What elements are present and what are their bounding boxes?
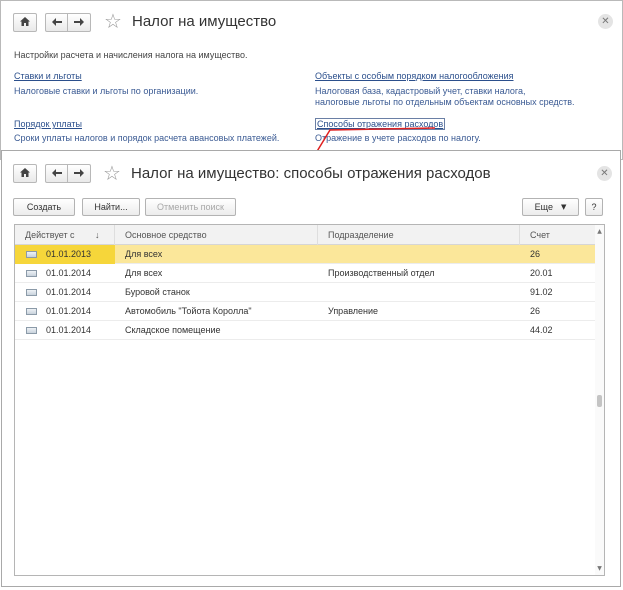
record-icon [26,308,37,315]
home-button[interactable] [13,13,37,32]
department-cell [318,283,520,302]
date-value: 01.01.2013 [46,249,92,259]
forward-button[interactable] [68,164,91,183]
window-title: Налог на имущество [132,13,277,30]
cancel-search-button[interactable]: Отменить поиск [145,198,236,216]
forward-button[interactable] [68,13,91,32]
asset-cell: Для всех [125,249,163,259]
date-value: 01.01.2014 [46,268,92,278]
special-objects-link[interactable]: Объекты с особым порядком налогообложени… [315,71,514,81]
table-row[interactable]: 01.01.2013 Для всех 26 [15,245,595,264]
column-header-date[interactable]: Действует с ↓ [15,225,115,245]
department-cell: Управление [328,306,379,316]
column-header-account[interactable]: Счет [520,225,597,245]
arrow-left-icon [51,17,62,29]
table-row[interactable]: 01.01.2014 Для всех Производственный отд… [15,264,595,283]
special-objects-desc-1: Налоговая база, кадастровый учет, ставки… [315,86,526,96]
date-cell: 01.01.2014 [15,321,115,340]
date-value: 01.01.2014 [46,306,92,316]
table-row[interactable]: 01.01.2014 Буровой станок 91.02 [15,283,595,302]
title-bar: ☆ Налог на имущество: способы отражения … [2,151,620,191]
date-value: 01.01.2014 [46,325,92,335]
department-cell: Производственный отдел [328,268,435,278]
home-icon [20,167,30,180]
table-row[interactable]: 01.01.2014 Автомобиль "Тойота Королла" У… [15,302,595,321]
payment-order-link[interactable]: Порядок уплаты [14,119,82,129]
date-value: 01.01.2014 [46,287,92,297]
help-button[interactable]: ? [585,198,603,216]
account-cell: 20.01 [530,268,553,278]
find-button[interactable]: Найти... [82,198,140,216]
date-cell: 01.01.2014 [15,302,115,321]
expense-methods-window: ☆ Налог на имущество: способы отражения … [1,150,621,587]
star-icon[interactable]: ☆ [104,10,122,32]
date-cell: 01.01.2014 [15,264,115,283]
asset-cell: Для всех [125,268,163,278]
rates-link[interactable]: Ставки и льготы [14,71,82,81]
intro-text: Настройки расчета и начисления налога на… [14,50,248,60]
record-icon [26,270,37,277]
account-cell: 91.02 [530,287,553,297]
record-icon [26,289,37,296]
asset-cell: Буровой станок [125,287,190,297]
account-cell: 44.02 [530,325,553,335]
records-table[interactable]: Действует с ↓ Основное средство Подразде… [14,224,605,576]
arrow-right-icon [74,17,84,29]
record-icon [26,251,37,258]
create-button[interactable]: Создать [13,198,75,216]
table-row[interactable]: 01.01.2014 Складское помещение 44.02 [15,321,595,340]
back-button[interactable] [45,13,68,32]
scroll-up-icon[interactable]: ▲ [596,228,603,235]
scroll-down-icon[interactable]: ▼ [596,565,603,572]
sort-arrow-icon: ↓ [95,230,100,240]
asset-cell: Складское помещение [125,325,221,335]
arrow-right-icon [74,168,84,180]
scroll-thumb[interactable] [597,395,602,407]
window-title: Налог на имущество: способы отражения ра… [131,165,491,182]
star-icon[interactable]: ☆ [103,162,121,184]
column-header-department[interactable]: Подразделение [318,225,520,245]
special-objects-desc-2: налоговые льготы по отдельным объектам о… [315,97,575,107]
back-button[interactable] [45,164,68,183]
close-icon[interactable]: ✕ [597,166,612,181]
close-icon[interactable]: ✕ [598,14,613,29]
payment-order-desc: Сроки уплаты налогов и порядок расчета а… [14,133,280,143]
column-header-asset[interactable]: Основное средство [115,225,318,245]
column-header-label: Действует с [25,230,75,240]
rates-desc: Налоговые ставки и льготы по организации… [14,86,199,96]
account-cell: 26 [530,249,541,259]
vertical-scrollbar[interactable]: ▲ ▼ [595,225,604,575]
department-cell [318,321,520,340]
account-cell: 26 [530,306,541,316]
more-label: Еще [534,202,553,212]
arrow-left-icon [51,168,62,180]
triangle-down-icon: ▼ [560,203,567,211]
more-button[interactable]: Еще ▼ [522,198,579,216]
title-bar: ☆ Налог на имущество ✕ [1,1,622,41]
asset-cell: Автомобиль "Тойота Королла" [125,306,252,316]
table-header: Действует с ↓ Основное средство Подразде… [15,225,595,245]
date-cell: 01.01.2014 [15,283,115,302]
home-icon [20,16,30,29]
home-button[interactable] [13,164,37,183]
record-icon [26,327,37,334]
date-cell: 01.01.2013 [15,245,115,264]
department-cell [318,245,520,264]
